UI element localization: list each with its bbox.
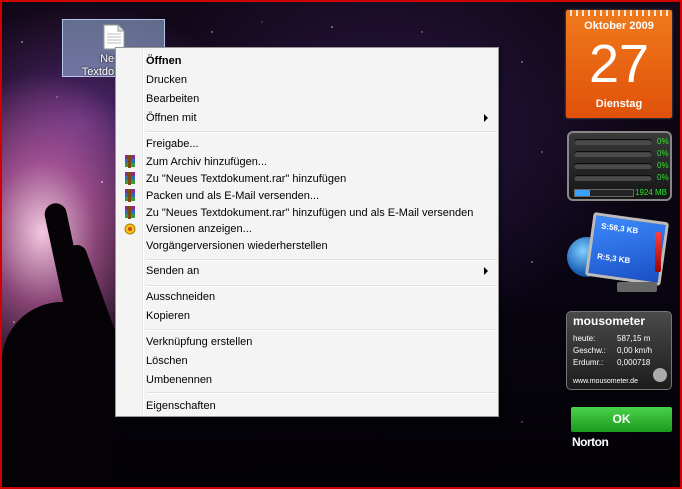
menu-item-label: Eigenschaften [146, 400, 216, 412]
menu-item-show-versions[interactable]: Versionen anzeigen... [118, 220, 496, 238]
mousometer-gadget[interactable]: mousometer heute: 587,15 m Geschw.: 0,00… [566, 311, 672, 390]
context-menu: Öffnen Drucken Bearbeiten Öffnen mit Fre… [115, 47, 499, 417]
norton-status-button[interactable]: OK [571, 407, 672, 432]
winrar-icon [125, 172, 135, 185]
menu-separator [146, 392, 496, 394]
menu-item-edit[interactable]: Bearbeiten [118, 90, 496, 108]
menu-item-label: Bearbeiten [146, 93, 200, 105]
mousometer-value: 587,15 m [617, 334, 651, 343]
cpu-core-percent: 0% [657, 161, 669, 170]
cpu-core-bar [574, 175, 652, 181]
menu-item-open-with[interactable]: Öffnen mit [118, 109, 496, 127]
menu-item-label: Zu "Neues Textdokument.rar" hinzufügen u… [146, 207, 474, 219]
menu-item-label: Verknüpfung erstellen [146, 336, 253, 348]
versions-icon [124, 223, 136, 235]
menu-item-print[interactable]: Drucken [118, 71, 496, 89]
mousometer-value: 0,00 km/h [617, 346, 653, 355]
mouse-cursor-icon [653, 368, 667, 382]
menu-item-label: Ausschneiden [146, 291, 216, 303]
menu-item-rename[interactable]: Umbenennen [118, 371, 496, 389]
menu-item-label: Drucken [146, 74, 187, 86]
mousometer-value: 0,000718 [617, 358, 651, 367]
cpu-meter-gadget[interactable]: 0% 0% 0% 0% 1924 MB [567, 131, 672, 201]
winrar-icon [125, 155, 135, 168]
memory-bar-fill [575, 190, 590, 196]
menu-item-label: Öffnen [146, 55, 182, 67]
norton-logo: Norton [572, 435, 609, 449]
winrar-icon [125, 189, 135, 202]
menu-item-label: Vorgängerversionen wiederherstellen [146, 240, 328, 252]
menu-item-copy[interactable]: Kopieren [118, 307, 496, 325]
menu-item-create-shortcut[interactable]: Verknüpfung erstellen [118, 333, 496, 351]
menu-separator [146, 131, 496, 133]
mousometer-label: heute: [573, 334, 596, 343]
menu-item-add-to-archive[interactable]: Zum Archiv hinzufügen... [118, 153, 496, 171]
calendar-day: 27 [588, 34, 650, 94]
menu-item-delete[interactable]: Löschen [118, 352, 496, 370]
memory-bar [574, 189, 634, 197]
menu-item-label: Versionen anzeigen... [146, 223, 252, 235]
menu-item-cut[interactable]: Ausschneiden [118, 288, 496, 306]
cpu-core-bar [574, 139, 652, 145]
calendar-weekday: Dienstag [595, 98, 643, 110]
monitor-stand [617, 282, 657, 292]
network-level-bar [655, 232, 661, 272]
submenu-arrow-icon [484, 267, 488, 275]
network-meter-gadget[interactable]: S:58,3 KB R:5,3 KB [567, 212, 672, 297]
cpu-core-percent: 0% [657, 173, 669, 182]
winrar-icon [125, 206, 135, 219]
cpu-core-bar [574, 151, 652, 157]
menu-item-properties[interactable]: Eigenschaften [118, 397, 496, 415]
mousometer-url: www.mousometer.de [573, 378, 638, 385]
cpu-core-percent: 0% [657, 137, 669, 146]
menu-item-share[interactable]: Freigabe... [118, 135, 496, 153]
menu-item-label: Zum Archiv hinzufügen... [146, 156, 268, 168]
menu-item-label: Kopieren [146, 310, 191, 322]
menu-item-label: Umbenennen [146, 374, 213, 386]
menu-separator [146, 285, 496, 287]
mousometer-label: Erdumr.: [573, 358, 604, 367]
menu-separator [146, 329, 496, 331]
memory-value: 1924 MB [635, 188, 668, 197]
menu-item-label: Packen und als E-Mail versenden... [146, 190, 320, 202]
menu-item-send-to[interactable]: Senden an [118, 262, 496, 280]
desktop: Neues Textdokument Öffnen Drucken Bearbe… [0, 0, 682, 489]
menu-item-pack-and-email[interactable]: Packen und als E-Mail versenden... [118, 187, 496, 205]
mousometer-label: Geschw.: [573, 346, 606, 355]
menu-item-label: Löschen [146, 355, 188, 367]
menu-item-label: Senden an [146, 265, 200, 277]
cpu-core-bar [574, 163, 652, 169]
mousometer-title: mousometer [573, 314, 646, 328]
submenu-arrow-icon [484, 114, 488, 122]
menu-item-add-to-rar[interactable]: Zu "Neues Textdokument.rar" hinzufügen [118, 170, 496, 188]
menu-separator [146, 259, 496, 261]
calendar-rings [570, 10, 668, 16]
menu-item-open[interactable]: Öffnen [118, 52, 496, 70]
menu-item-label: Zu "Neues Textdokument.rar" hinzufügen [146, 173, 347, 185]
menu-item-restore-previous[interactable]: Vorgängerversionen wiederherstellen [118, 237, 496, 255]
calendar-month: Oktober 2009 [584, 20, 654, 32]
menu-item-label: Freigabe... [146, 138, 199, 150]
menu-item-label: Öffnen mit [146, 112, 197, 124]
calendar-gadget[interactable]: Oktober 2009 27 Dienstag [566, 10, 672, 118]
cpu-core-percent: 0% [657, 149, 669, 158]
